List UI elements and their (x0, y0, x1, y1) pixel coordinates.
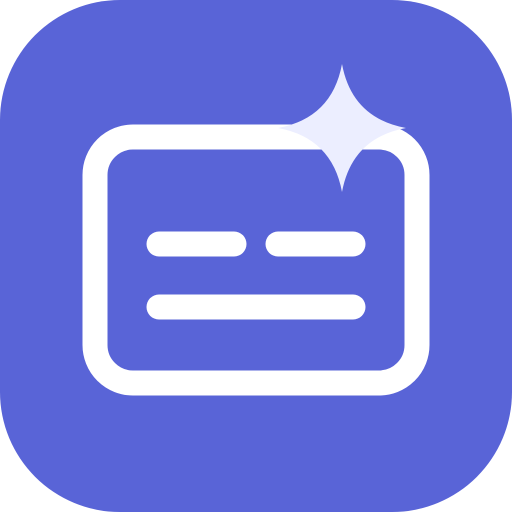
icon-tile-background (0, 0, 512, 512)
app-icon-graphic (0, 0, 512, 512)
app-icon (0, 0, 512, 512)
